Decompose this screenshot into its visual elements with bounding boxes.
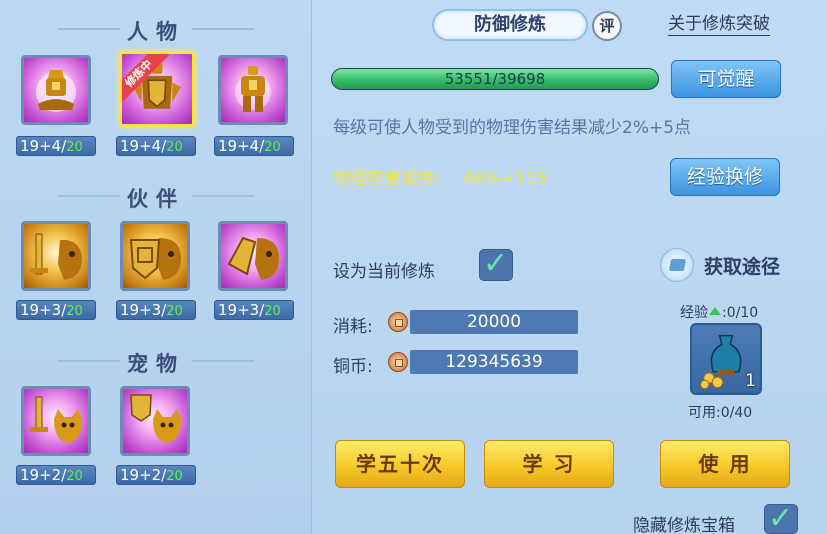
stat-label: 物理伤害减免:	[333, 169, 441, 189]
consume-label: 消耗:	[333, 317, 373, 337]
divider-ornament-left	[58, 28, 120, 30]
divider-ornament-left	[58, 360, 120, 362]
checkmark-icon: ✓	[768, 501, 794, 534]
awaken-button[interactable]: 可觉醒	[671, 60, 781, 98]
level-badge: 19+3/20	[16, 300, 96, 320]
arrow-up-icon	[709, 307, 721, 315]
breakthrough-link[interactable]: 关于修炼突破	[668, 13, 770, 36]
armored-warrior-icon	[235, 66, 271, 112]
skill-card-partner-1[interactable]	[21, 221, 91, 291]
hide-chest-checkbox[interactable]: ✓	[764, 501, 798, 534]
hide-chest-label: 隐藏修炼宝箱	[633, 516, 735, 534]
sword-beast-icon	[30, 233, 82, 280]
skill-card-pet-2[interactable]	[120, 386, 190, 456]
level-badge: 19+2/20	[116, 465, 196, 485]
level-badge: 19+4/20	[214, 136, 294, 156]
section-title-partner: 伙伴	[0, 183, 312, 213]
divider-ornament-left	[58, 195, 120, 197]
level-badge: 19+3/20	[116, 300, 196, 320]
stat-value: 46%+115	[462, 169, 548, 189]
learn-fifty-button[interactable]: 学五十次	[335, 440, 465, 488]
fist-beast-icon	[227, 236, 279, 280]
skill-card-character-3[interactable]	[218, 55, 288, 125]
damage-reduction-stat: 物理伤害减免: 46%+115	[333, 164, 547, 189]
copper-coin-icon	[388, 312, 408, 332]
level-badge: 19+4/20	[116, 136, 196, 156]
checkmark-icon: ✓	[483, 246, 509, 281]
training-title: 防御修炼	[432, 9, 588, 41]
shield-beast-icon	[129, 238, 181, 280]
level-badge: 19+3/20	[214, 300, 294, 320]
section-title-pet: 宠物	[0, 348, 312, 378]
level-badge: 19+4/20	[16, 136, 96, 156]
item-count: 1	[745, 371, 756, 391]
level-badge: 19+2/20	[16, 465, 96, 485]
set-current-label: 设为当前修炼	[333, 262, 435, 282]
book-icon	[660, 248, 694, 282]
skill-card-character-2[interactable]: 修炼中	[119, 51, 195, 127]
training-item-slot[interactable]: 1	[690, 323, 762, 395]
divider-ornament-right	[192, 28, 254, 30]
section-title-character: 人物	[0, 16, 312, 46]
item-available: 可用:0/40	[688, 405, 753, 421]
item-exp-label: 经验:0/10	[680, 305, 759, 321]
skill-card-partner-2[interactable]	[120, 221, 190, 291]
skill-card-character-1[interactable]	[21, 55, 91, 125]
sword-cat-icon	[30, 396, 82, 443]
effect-description: 每级可使人物受到的物理伤害结果减少2%+5点	[333, 118, 692, 138]
copper-coin-icon	[388, 352, 408, 372]
learn-button[interactable]: 学 习	[484, 440, 614, 488]
coin-label: 铜币:	[333, 357, 373, 377]
rating-button[interactable]: 评	[592, 11, 622, 41]
set-current-checkbox[interactable]: ✓	[479, 246, 513, 281]
progress-text: 53551/39698	[444, 70, 546, 88]
exp-progress-bar: 53551/39698	[331, 68, 659, 90]
exp-exchange-button[interactable]: 经验换修	[670, 158, 780, 196]
skill-card-pet-1[interactable]	[21, 386, 91, 456]
coin-value: 129345639	[410, 350, 578, 374]
skill-card-partner-3[interactable]	[218, 221, 288, 291]
meditating-warrior-icon	[36, 70, 76, 112]
consume-value: 20000	[410, 310, 578, 334]
divider-ornament-right	[192, 360, 254, 362]
use-button[interactable]: 使 用	[660, 440, 790, 488]
shield-cat-icon	[130, 394, 181, 443]
divider-ornament-right	[192, 195, 254, 197]
